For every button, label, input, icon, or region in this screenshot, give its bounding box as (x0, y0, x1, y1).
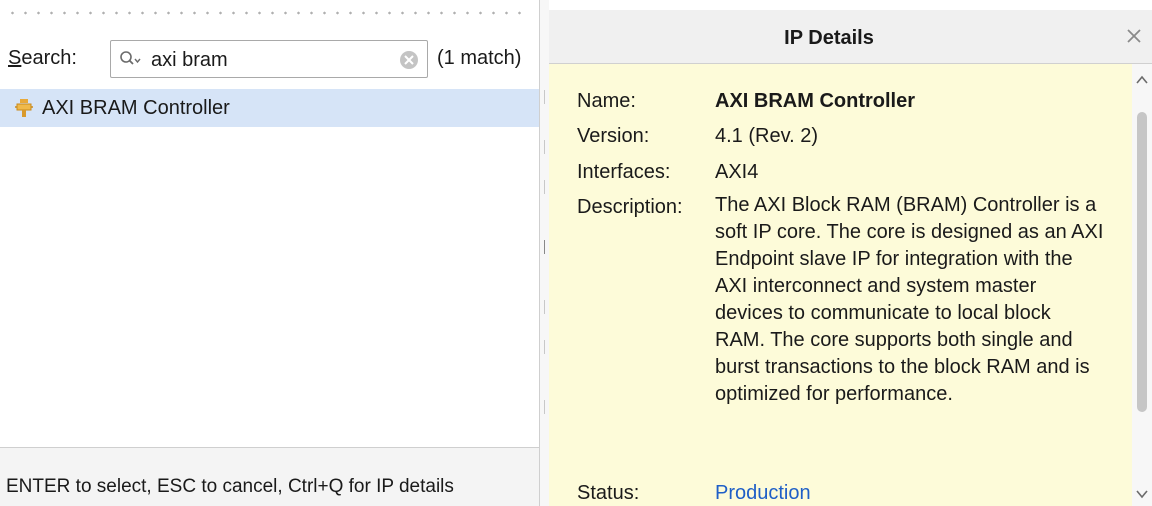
description-label: Description: (577, 196, 683, 218)
search-label: Search: (8, 47, 77, 70)
search-input[interactable]: axi bram (110, 40, 428, 78)
ip-core-icon (15, 99, 33, 117)
version-label: Version: (577, 125, 650, 147)
splitter-tick (544, 400, 545, 414)
status-link[interactable]: Production (715, 482, 811, 505)
results-list: AXI BRAM Controller (0, 89, 539, 447)
search-icon[interactable] (119, 50, 141, 70)
splitter-tick (544, 180, 545, 194)
panel-splitter[interactable] (540, 0, 549, 506)
splitter-tick (544, 300, 545, 314)
description-value: The AXI Block RAM (BRAM) Controller is a… (715, 194, 1104, 405)
splitter-tick (544, 240, 545, 254)
details-header: IP Details (549, 10, 1152, 64)
ip-search-panel: Search: axi bram (1 match) AXI BRAM Cont… (0, 0, 540, 506)
match-count: (1 match) (437, 47, 522, 69)
search-row: Search: axi bram (1 match) (0, 30, 539, 88)
search-query[interactable]: axi bram (151, 49, 228, 72)
status-label: Status: (577, 482, 640, 504)
name-value: AXI BRAM Controller (715, 90, 915, 112)
interfaces-label: Interfaces: (577, 161, 671, 183)
page-title: IP Details (784, 27, 874, 49)
splitter-tick (544, 140, 545, 154)
drag-grip[interactable] (6, 10, 530, 16)
interfaces-value: AXI4 (715, 161, 759, 183)
search-label-mnemonic: S (8, 47, 22, 69)
name-label: Name: (577, 90, 636, 112)
details-body: Name: AXI BRAM Controller Version: 4.1 (… (549, 64, 1132, 506)
search-label-text: earch: (21, 47, 77, 69)
scrollbar-thumb[interactable] (1137, 112, 1147, 412)
splitter-tick (544, 90, 545, 104)
list-item-label: AXI BRAM Controller (42, 97, 230, 119)
splitter-tick (544, 340, 545, 354)
status-bar: ENTER to select, ESC to cancel, Ctrl+Q f… (0, 447, 539, 506)
keyboard-hint: ENTER to select, ESC to cancel, Ctrl+Q f… (6, 476, 454, 497)
ip-details-panel: IP Details Name: AXI BRAM Controller Ver… (549, 10, 1152, 506)
clear-search-icon[interactable] (399, 50, 419, 70)
scrollbar[interactable] (1132, 64, 1152, 506)
list-item[interactable]: AXI BRAM Controller (0, 89, 539, 127)
close-icon[interactable] (1122, 24, 1146, 48)
version-value: 4.1 (Rev. 2) (715, 125, 818, 147)
chevron-down-icon[interactable] (1135, 488, 1149, 500)
chevron-up-icon[interactable] (1135, 74, 1149, 86)
